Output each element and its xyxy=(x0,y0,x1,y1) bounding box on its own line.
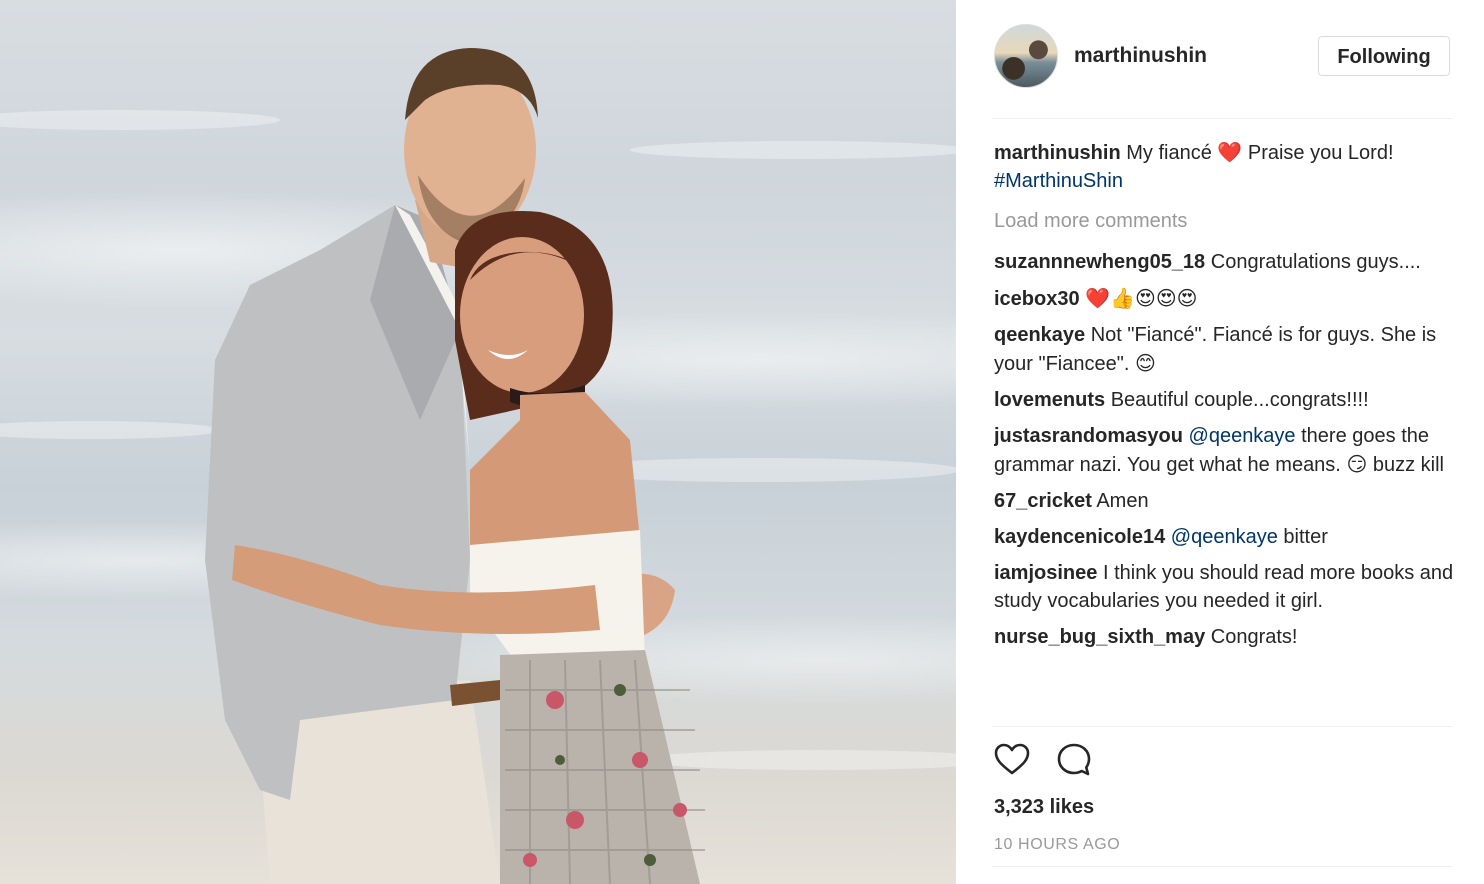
bottom-divider xyxy=(992,866,1452,867)
comment-username[interactable]: justasrandomasyou xyxy=(994,425,1183,447)
post-timestamp: 10 HOURS AGO xyxy=(994,836,1121,853)
caption-username[interactable]: marthinushin xyxy=(994,142,1121,164)
comment-item: justasrandomasyou @qeenkaye there goes t… xyxy=(994,422,1454,479)
avatar[interactable] xyxy=(994,24,1058,88)
smirk-emoji: 😏 xyxy=(1346,452,1368,476)
comment-item: lovemenuts Beautiful couple...congrats!!… xyxy=(994,386,1454,414)
comment-item: kaydencenicole14 @qeenkaye bitter xyxy=(994,523,1454,551)
comment-item: suzannnewheng05_18 Congratulations guys.… xyxy=(994,248,1454,276)
comment-text: Beautiful couple...congrats!!!! xyxy=(1110,389,1369,411)
comment-item: 67_cricket Amen xyxy=(994,487,1454,515)
comment-text-2: buzz kill xyxy=(1372,454,1444,476)
comment-username[interactable]: 67_cricket xyxy=(994,490,1092,512)
comment-username[interactable]: kaydencenicole14 xyxy=(994,526,1165,548)
comment-username[interactable]: icebox30 xyxy=(994,288,1080,310)
comment-username[interactable]: nurse_bug_sixth_may xyxy=(994,626,1205,648)
hashtag-link[interactable]: #MarthinuShin xyxy=(994,170,1123,192)
comment-item: iamjosinee I think you should read more … xyxy=(994,559,1454,615)
header-divider xyxy=(992,118,1452,119)
caption-text: My fiancé xyxy=(1126,142,1212,164)
caption-text-2: Praise you Lord! xyxy=(1247,142,1394,164)
comment-item: nurse_bug_sixth_may Congrats! xyxy=(994,623,1454,651)
post-header: marthinushin Following xyxy=(992,20,1452,92)
comment-emoji-text: ❤️👍😍😍😍 xyxy=(1085,286,1198,310)
comment-text: bitter xyxy=(1283,526,1328,548)
comment-username[interactable]: suzannnewheng05_18 xyxy=(994,251,1205,273)
comment-text: Congrats! xyxy=(1210,626,1298,648)
comment-text: Congratulations guys.... xyxy=(1210,251,1421,273)
comment-bubble-icon[interactable] xyxy=(1054,740,1094,780)
post-side-panel: marthinushin Following marthinushin My f… xyxy=(956,0,1484,884)
mention-link[interactable]: @qeenkaye xyxy=(1171,526,1278,548)
heart-outline-icon[interactable] xyxy=(992,740,1032,780)
actions-divider xyxy=(992,726,1452,727)
comment-item: icebox30 ❤️👍😍😍😍 xyxy=(994,284,1454,313)
header-username[interactable]: marthinushin xyxy=(1074,44,1207,68)
mention-link[interactable]: @qeenkaye xyxy=(1189,425,1296,447)
comment-username[interactable]: lovemenuts xyxy=(994,389,1105,411)
following-button[interactable]: Following xyxy=(1318,36,1450,76)
comment-item: qeenkaye Not "Fiancé". Fiancé is for guy… xyxy=(994,321,1454,378)
post-caption: marthinushin My fiancé ❤️ Praise you Lor… xyxy=(994,138,1454,195)
likes-count[interactable]: 3,323 likes xyxy=(994,796,1094,819)
comment-text: Amen xyxy=(1096,490,1149,512)
comment-username[interactable]: qeenkaye xyxy=(994,324,1085,346)
comment-username[interactable]: iamjosinee xyxy=(994,562,1097,584)
comments-list[interactable]: marthinushin My fiancé ❤️ Praise you Lor… xyxy=(994,120,1454,726)
smile-emoji: 😊 xyxy=(1134,351,1156,375)
couple-photo-illustration xyxy=(0,48,956,884)
red-heart-emoji: ❤️ xyxy=(1217,140,1243,164)
load-more-comments-link[interactable]: Load more comments xyxy=(994,207,1454,235)
post-photo[interactable] xyxy=(0,0,956,884)
